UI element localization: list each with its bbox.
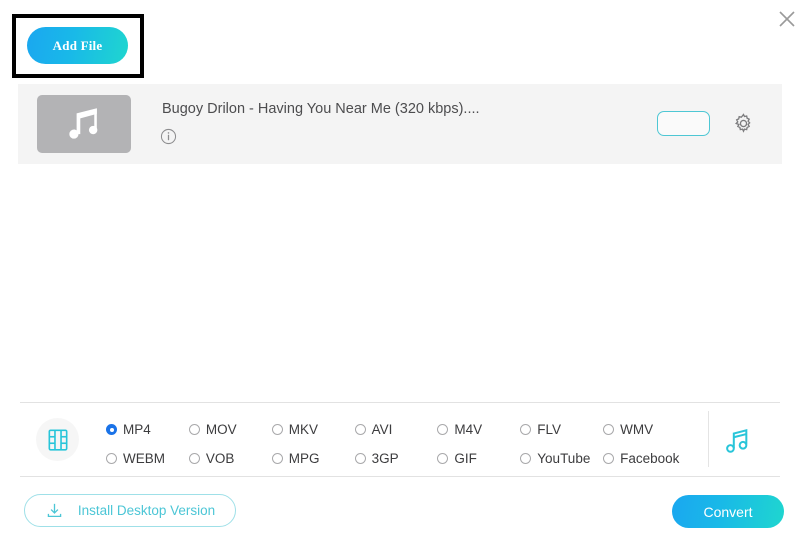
radio-label: WMV bbox=[620, 422, 654, 437]
radio-dot bbox=[106, 424, 117, 435]
radio-label: MKV bbox=[288, 422, 318, 437]
radio-label: YouTube bbox=[537, 451, 591, 466]
radio-webm[interactable]: WEBM bbox=[106, 446, 189, 471]
radio-dot bbox=[106, 453, 117, 464]
info-icon[interactable] bbox=[160, 128, 180, 148]
close-icon[interactable] bbox=[772, 4, 800, 34]
radio-label: FLV bbox=[537, 422, 562, 437]
radio-label: VOB bbox=[205, 451, 235, 466]
install-desktop-version-label: Install Desktop Version bbox=[77, 503, 216, 518]
radio-flv[interactable]: FLV bbox=[520, 417, 603, 442]
install-desktop-version-button[interactable]: Install Desktop Version bbox=[24, 494, 236, 527]
radio-label: M4V bbox=[454, 422, 483, 437]
music-note-icon-audio[interactable] bbox=[721, 425, 753, 457]
radio-m4v[interactable]: M4V bbox=[437, 417, 520, 442]
radio-avi[interactable]: AVI bbox=[354, 417, 438, 442]
radio-dot bbox=[354, 424, 366, 435]
radio-label: MP4 bbox=[123, 422, 151, 437]
film-strip-icon[interactable] bbox=[36, 418, 79, 461]
radio-mkv[interactable]: MKV bbox=[271, 417, 355, 442]
radio-dot bbox=[271, 424, 283, 435]
radio-dot bbox=[437, 424, 449, 435]
radio-dot bbox=[520, 453, 532, 464]
radio-dot bbox=[271, 453, 283, 464]
radio-mp4[interactable]: MP4 bbox=[106, 417, 189, 442]
download-icon bbox=[45, 501, 64, 520]
radio-dot bbox=[603, 453, 615, 464]
table-row[interactable]: Bugoy Drilon - Having You Near Me (320 k… bbox=[18, 84, 782, 164]
radio-label: AVI bbox=[371, 422, 393, 437]
file-name-label: Bugoy Drilon - Having You Near Me (320 k… bbox=[162, 101, 480, 117]
radio-label: WEBM bbox=[123, 451, 165, 466]
radio-dot bbox=[188, 453, 200, 464]
convert-button[interactable]: Convert bbox=[672, 495, 784, 528]
divider-bottom bbox=[20, 476, 780, 477]
radio-dot bbox=[603, 424, 615, 435]
output-format-field[interactable] bbox=[657, 111, 710, 136]
radio-mpg[interactable]: MPG bbox=[271, 446, 355, 471]
radio-dot bbox=[188, 424, 200, 435]
gear-icon[interactable] bbox=[732, 112, 756, 136]
radio-dot bbox=[437, 453, 449, 464]
radio-mov[interactable]: MOV bbox=[188, 417, 272, 442]
converter-window: Add File Bugoy Drilon - Having You Near … bbox=[0, 0, 800, 542]
radio-gif[interactable]: GIF bbox=[437, 446, 520, 471]
music-note-icon bbox=[37, 95, 131, 153]
radio-label: MPG bbox=[288, 451, 320, 466]
radio-label: 3GP bbox=[371, 451, 399, 466]
radio-youtube[interactable]: YouTube bbox=[520, 446, 603, 471]
radio-dot bbox=[354, 453, 366, 464]
format-selection-bar: MP4 MOV MKV AVI M4V FLV WMV WEBM VOB MPG 3GP GIF You… bbox=[20, 403, 780, 476]
add-file-button[interactable]: Add File bbox=[27, 27, 128, 64]
radio-label: Facebook bbox=[620, 451, 680, 466]
format-radio-group[interactable]: MP4 MOV MKV AVI M4V FLV WMV WEBM VOB MPG 3GP GIF You… bbox=[106, 417, 686, 471]
radio-vob[interactable]: VOB bbox=[188, 446, 272, 471]
divider-vertical bbox=[708, 411, 709, 467]
radio-dot bbox=[520, 424, 532, 435]
radio-label: GIF bbox=[454, 451, 477, 466]
radio-3gp[interactable]: 3GP bbox=[354, 446, 438, 471]
radio-label: MOV bbox=[205, 422, 237, 437]
radio-wmv[interactable]: WMV bbox=[603, 417, 686, 442]
radio-facebook[interactable]: Facebook bbox=[603, 446, 686, 471]
